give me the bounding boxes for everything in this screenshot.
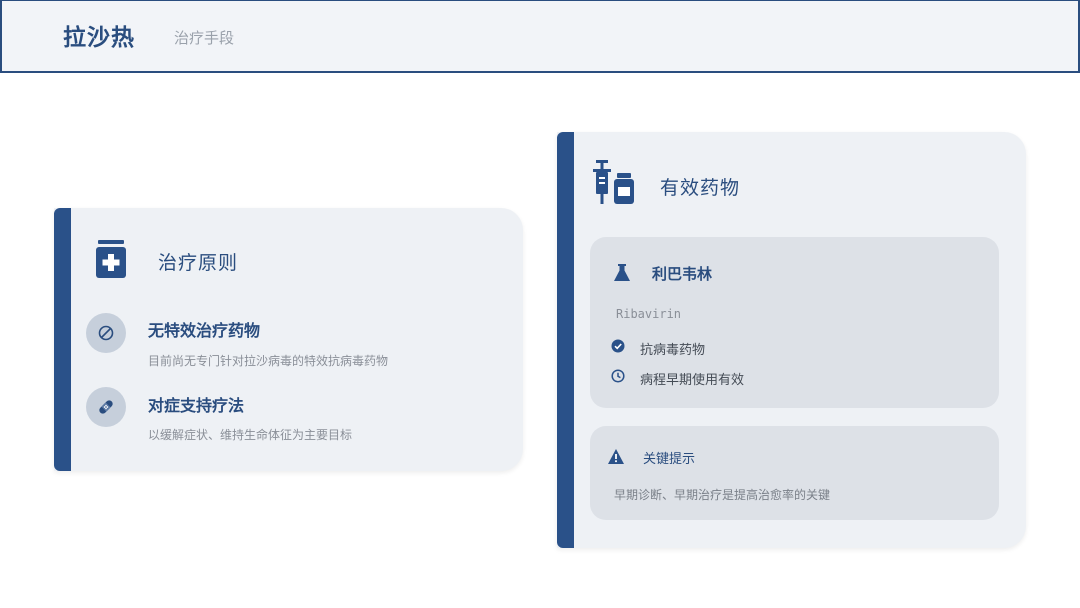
tip-title: 关键提示 (643, 452, 696, 467)
flask-icon (614, 264, 630, 281)
drug-name: 利巴韦林 (652, 265, 713, 283)
card-accent-bar (54, 208, 71, 471)
principle-icon-badge (86, 313, 126, 353)
medicine-jar-icon (96, 240, 126, 278)
drug-feature-text: 病程早期使用有效 (640, 373, 745, 388)
warning-icon (608, 449, 624, 464)
card-title: 治疗原则 (158, 252, 239, 274)
check-circle-icon (611, 339, 625, 353)
card-accent-bar (557, 132, 574, 548)
drug-feature-text: 抗病毒药物 (640, 343, 706, 358)
principle-icon-badge (86, 387, 126, 427)
slide: 拉沙热 治疗手段 治疗原则 无特效治疗药物 目前尚无专门针对拉沙病毒的特效抗病毒… (0, 0, 1080, 608)
key-tip-panel: 关键提示 早期诊断、早期治疗是提高治愈率的关键 (590, 426, 999, 520)
header-bar: 拉沙热 治疗手段 (0, 0, 1080, 73)
principle-title: 无特效治疗药物 (148, 321, 261, 340)
principle-title: 对症支持疗法 (148, 396, 245, 415)
clock-icon (611, 369, 625, 383)
bandage-icon (99, 400, 113, 414)
page-title: 拉沙热 (63, 24, 135, 51)
syringe-vial-icon (593, 160, 634, 204)
page-subtitle: 治疗手段 (174, 29, 235, 47)
effective-drugs-card: 有效药物 利巴韦林 Ribavirin 抗病毒药物 病程早期使用有效 关键提示 … (557, 132, 1026, 548)
drug-panel: 利巴韦林 Ribavirin 抗病毒药物 病程早期使用有效 (590, 237, 999, 408)
tip-text: 早期诊断、早期治疗是提高治愈率的关键 (614, 488, 831, 502)
treatment-principles-card: 治疗原则 无特效治疗药物 目前尚无专门针对拉沙病毒的特效抗病毒药物 对症支持疗法… (54, 208, 523, 471)
drug-latin-name: Ribavirin (616, 307, 682, 321)
principle-description: 以缓解症状、维持生命体征为主要目标 (148, 428, 353, 442)
card-title: 有效药物 (660, 177, 741, 199)
ban-icon (98, 325, 114, 341)
principle-description: 目前尚无专门针对拉沙病毒的特效抗病毒药物 (148, 354, 389, 368)
